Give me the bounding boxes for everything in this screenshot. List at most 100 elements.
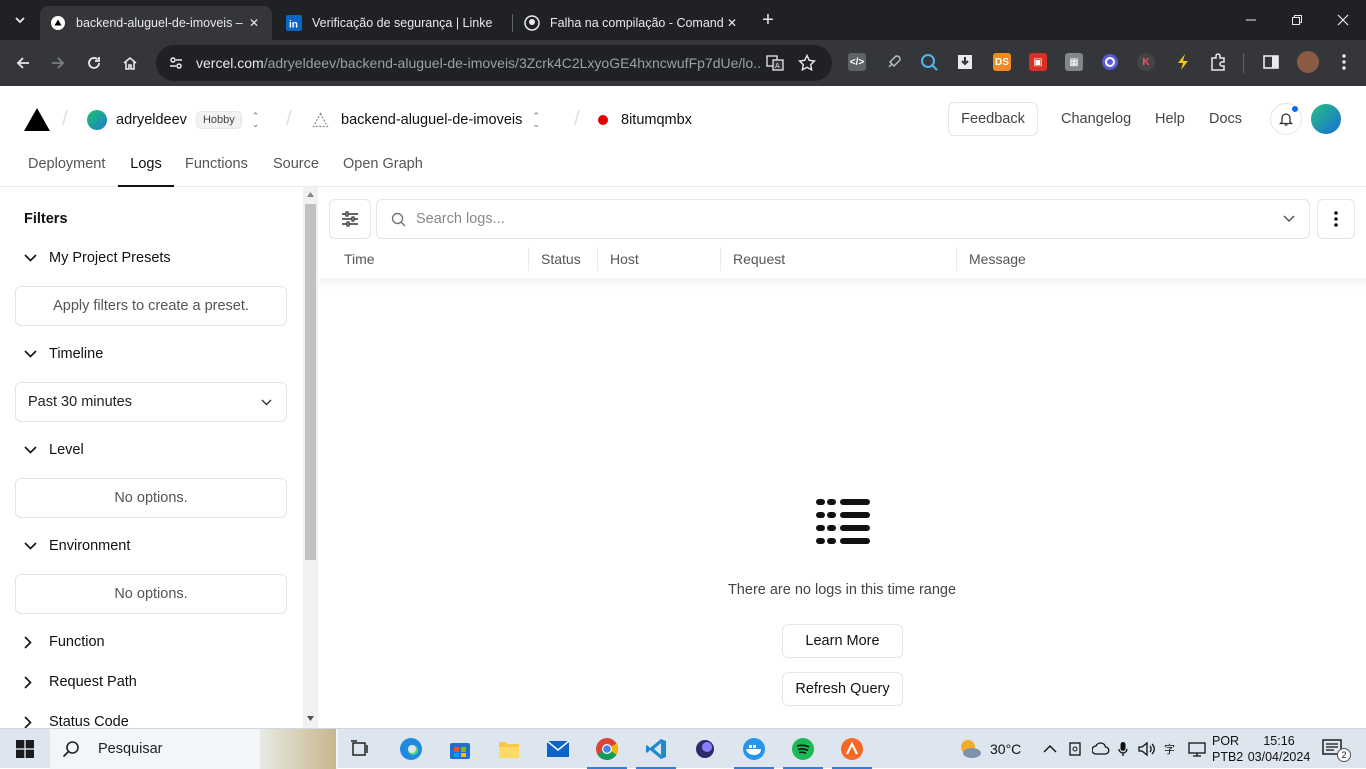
orange-app-icon[interactable] xyxy=(832,737,872,769)
red-extension-icon[interactable]: ▣ xyxy=(1029,53,1047,71)
forward-button[interactable] xyxy=(43,48,73,78)
browser-tab-active[interactable]: backend-aluguel-de-imoveis – D ✕ xyxy=(40,6,272,40)
browser-tab[interactable]: Falha na compilação - Comando ✕ xyxy=(514,6,750,40)
extensions-puzzle-icon[interactable] xyxy=(1209,53,1227,71)
keyboard-code: PTB2 xyxy=(1212,750,1244,764)
changelog-link[interactable]: Changelog xyxy=(1061,111,1131,127)
presets-section-toggle[interactable]: My Project Presets xyxy=(24,250,171,266)
purple-app-icon[interactable] xyxy=(693,737,717,761)
refresh-query-button[interactable]: Refresh Query xyxy=(782,672,903,706)
level-section-toggle[interactable]: Level xyxy=(24,442,84,458)
minimize-button[interactable] xyxy=(1228,0,1274,40)
team-switcher[interactable]: adryeldeev Hobby ⌃ ⌄ xyxy=(87,110,259,130)
scrollbar-thumb[interactable] xyxy=(305,204,316,560)
vscode-icon[interactable] xyxy=(636,737,676,769)
show-hidden-icons-button[interactable] xyxy=(1043,729,1057,769)
plan-badge: Hobby xyxy=(195,111,242,129)
taskbar-search[interactable]: Pesquisar xyxy=(50,729,338,769)
docs-link[interactable]: Docs xyxy=(1209,111,1242,127)
chevron-down-icon[interactable] xyxy=(1283,215,1295,223)
profile-avatar[interactable] xyxy=(1297,51,1319,73)
new-tab-button[interactable]: + xyxy=(752,0,784,40)
timeline-select[interactable]: Past 30 minutes xyxy=(15,382,287,422)
download-extension-icon[interactable] xyxy=(956,53,974,71)
k-extension-icon[interactable]: K xyxy=(1137,53,1155,71)
user-avatar[interactable] xyxy=(1311,104,1341,134)
bookmark-star-icon[interactable] xyxy=(798,54,816,72)
kebab-menu-icon[interactable] xyxy=(1335,53,1353,71)
taskbar-search-label: Pesquisar xyxy=(98,741,163,757)
grid-extension-icon[interactable]: ▦ xyxy=(1065,53,1083,71)
tab-title: Verificação de segurança | Linke xyxy=(312,16,493,30)
microsoft-store-icon[interactable] xyxy=(448,737,472,761)
magnifier-extension-icon[interactable] xyxy=(920,53,938,71)
search-logs-field[interactable] xyxy=(376,199,1310,239)
docker-icon[interactable] xyxy=(734,737,774,769)
home-button[interactable] xyxy=(115,48,145,78)
toggle-filters-button[interactable] xyxy=(329,199,371,239)
deployment-crumb[interactable]: 8itumqmbx xyxy=(598,110,692,130)
clock[interactable]: 15:16 03/04/2024 xyxy=(1248,729,1311,769)
table-header-shadow xyxy=(319,278,1366,290)
feedback-button[interactable]: Feedback xyxy=(948,102,1038,136)
circle-extension-icon[interactable] xyxy=(1101,53,1119,71)
tab-logs[interactable]: Logs xyxy=(118,156,174,187)
scroll-up-arrow-icon xyxy=(307,192,314,197)
back-button[interactable] xyxy=(8,48,38,78)
project-switcher[interactable]: backend-aluguel-de-imoveis ⌃ ⌄ xyxy=(312,110,540,130)
column-divider xyxy=(956,247,957,271)
reload-button[interactable] xyxy=(79,48,109,78)
file-explorer-icon[interactable] xyxy=(497,737,521,761)
function-section-toggle[interactable]: Function xyxy=(24,634,105,650)
timeline-section-toggle[interactable]: Timeline xyxy=(24,346,103,362)
notifications-button[interactable] xyxy=(1270,103,1302,135)
vercel-logo-icon[interactable] xyxy=(24,108,50,131)
address-bar[interactable]: vercel.com/adryeldeev/backend-aluguel-de… xyxy=(156,45,832,81)
code-extension-icon[interactable]: </> xyxy=(848,53,866,71)
notification-center-button[interactable]: 2 xyxy=(1322,729,1351,769)
environment-empty-box: No options. xyxy=(15,574,287,614)
close-tab-icon[interactable]: ✕ xyxy=(246,15,262,31)
tab-separator xyxy=(512,14,513,32)
tab-deployment[interactable]: Deployment xyxy=(28,156,105,187)
side-panel-icon[interactable] xyxy=(1262,53,1280,71)
spotify-icon[interactable] xyxy=(783,737,823,769)
section-label: Function xyxy=(49,634,105,650)
sliders-icon xyxy=(342,211,358,227)
translate-icon[interactable]: A xyxy=(766,54,784,72)
rocket-extension-icon[interactable] xyxy=(885,53,903,71)
tab-functions[interactable]: Functions xyxy=(185,156,248,187)
request-path-section-toggle[interactable]: Request Path xyxy=(24,674,137,690)
section-label: Level xyxy=(49,442,84,458)
search-input[interactable] xyxy=(416,211,1256,227)
chrome-icon[interactable] xyxy=(587,737,627,769)
reload-icon xyxy=(88,57,100,69)
restore-icon xyxy=(1292,15,1302,25)
weather-widget[interactable]: 30°C xyxy=(957,729,1021,769)
tray-icons: 字 xyxy=(1068,729,1206,769)
close-tab-icon[interactable]: ✕ xyxy=(724,15,740,31)
chevron-down-icon xyxy=(15,17,25,24)
task-view-icon[interactable] xyxy=(348,737,372,761)
language-indicator[interactable]: POR PTB2 xyxy=(1212,729,1243,769)
status-code-section-toggle[interactable]: Status Code xyxy=(24,714,129,728)
ds-extension-icon[interactable]: DS xyxy=(993,53,1011,71)
section-label: Request Path xyxy=(49,674,137,690)
more-options-button[interactable] xyxy=(1317,199,1355,239)
mail-icon[interactable] xyxy=(546,737,570,761)
browser-tab[interactable]: in Verificação de segurança | Linke xyxy=(276,6,512,40)
tab-search-button[interactable] xyxy=(0,0,40,40)
microphone-icon xyxy=(1118,742,1128,756)
environment-section-toggle[interactable]: Environment xyxy=(24,538,130,554)
chevron-up-down-icon: ⌃ ⌄ xyxy=(251,111,260,129)
help-link[interactable]: Help xyxy=(1155,111,1185,127)
bolt-extension-icon[interactable] xyxy=(1174,53,1192,71)
tab-source[interactable]: Source xyxy=(273,156,319,187)
windows-start-icon[interactable] xyxy=(13,737,37,761)
tab-open-graph[interactable]: Open Graph xyxy=(343,156,423,187)
edge-icon[interactable] xyxy=(399,737,423,761)
learn-more-button[interactable]: Learn More xyxy=(782,624,903,658)
restore-button[interactable] xyxy=(1274,0,1320,40)
sidebar-scrollbar[interactable] xyxy=(303,187,318,728)
close-window-button[interactable] xyxy=(1320,0,1366,40)
